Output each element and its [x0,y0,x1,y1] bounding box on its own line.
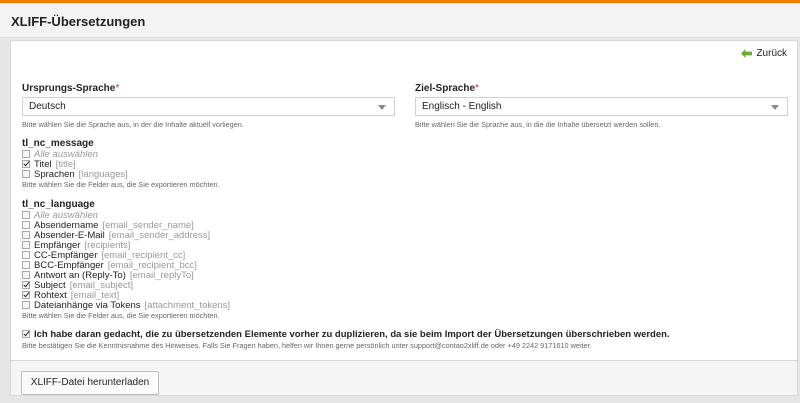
source-language-label-text: Ursprungs-Sprache [22,83,116,94]
field-checkbox[interactable] [22,221,30,229]
field-checkbox[interactable] [22,241,30,249]
field-row-attachment-tokens[interactable]: Dateianhänge via Tokens [attachment_toke… [22,299,231,311]
form-footer: XLIFF-Datei herunterladen [10,360,798,396]
field-checkbox[interactable] [22,271,30,279]
back-link[interactable]: Zurück [741,48,787,59]
confirm-row[interactable]: Ich habe daran gedacht, die zu übersetze… [22,329,670,340]
field-checkbox-title[interactable] [22,160,30,168]
source-language-help: Bitte wählen Sie die Sprache aus, in der… [22,120,244,129]
field-key: [languages] [78,168,128,180]
confirm-label[interactable]: Ich habe daran gedacht, die zu übersetze… [34,329,670,340]
group-help-tl-nc-language: Bitte wählen Sie die Felder aus, die Sie… [22,311,220,320]
field-row-email-text[interactable]: Rohtext [email_text] [22,290,119,301]
field-row-recipients[interactable]: Empfänger [recipients] [22,240,130,251]
page-title: XLIFF-Übersetzungen [11,14,146,29]
main-panel: Zurück Ursprungs-Sprache* Deutsch Bitte … [10,40,798,360]
field-label[interactable]: Dateianhänge via Tokens [34,300,141,311]
field-checkbox[interactable] [22,261,30,269]
field-row-languages[interactable]: Sprachen [languages] [22,168,128,180]
chevron-down-icon [378,105,386,110]
source-language-value: Deutsch [29,101,66,112]
required-mark: * [475,83,479,94]
field-checkbox[interactable] [22,251,30,259]
select-all-row[interactable]: Alle auswählen [22,149,98,160]
source-language-label: Ursprungs-Sprache* [22,83,119,94]
field-checkbox-languages[interactable] [22,170,30,178]
field-row-email-reply-to[interactable]: Antwort an (Reply-To) [email_replyTo] [22,269,194,281]
page-header: XLIFF-Übersetzungen [0,3,800,38]
chevron-down-icon [771,105,779,110]
group-help-tl-nc-message: Bitte wählen Sie die Felder aus, die Sie… [22,180,220,189]
target-language-select[interactable]: Englisch - English [415,97,788,116]
field-row-email-sender-name[interactable]: Absendername [email_sender_name] [22,220,194,231]
back-link-label: Zurück [756,48,787,59]
select-all-row[interactable]: Alle auswählen [22,210,98,221]
field-checkbox[interactable] [22,281,30,289]
field-checkbox[interactable] [22,301,30,309]
download-xliff-button[interactable]: XLIFF-Datei herunterladen [21,371,159,395]
arrow-left-icon [741,49,753,58]
field-key: [attachment_tokens] [144,299,231,311]
select-all-checkbox[interactable] [22,150,30,158]
source-language-select[interactable]: Deutsch [22,97,395,116]
confirm-checkbox[interactable] [22,330,30,338]
group-title-tl-nc-message: tl_nc_message [22,138,94,149]
field-row-email-subject[interactable]: Subject [email_subject] [22,280,133,291]
field-row-email-recipient-bcc[interactable]: BCC-Empfänger [email_recipient_bcc] [22,260,197,271]
target-language-value: Englisch - English [422,101,502,112]
field-checkbox[interactable] [22,291,30,299]
target-language-label-text: Ziel-Sprache [415,83,476,94]
target-language-label: Ziel-Sprache* [415,83,479,94]
confirm-help: Bitte bestätigen Sie die Kenntnisnahme d… [22,341,592,350]
field-row-email-sender-address[interactable]: Absender-E-Mail [email_sender_address] [22,230,210,241]
select-all-checkbox[interactable] [22,211,30,219]
field-label[interactable]: Sprachen [34,169,75,180]
target-language-help: Bitte wählen Sie die Sprache aus, in die… [415,120,661,129]
group-title-tl-nc-language: tl_nc_language [22,199,95,210]
field-row-email-recipient-cc[interactable]: CC-Empfänger [email_recipient_cc] [22,250,185,261]
field-row-title[interactable]: Titel [title] [22,159,76,170]
field-key: [email_replyTo] [129,269,194,281]
field-checkbox[interactable] [22,231,30,239]
required-mark: * [115,83,120,94]
